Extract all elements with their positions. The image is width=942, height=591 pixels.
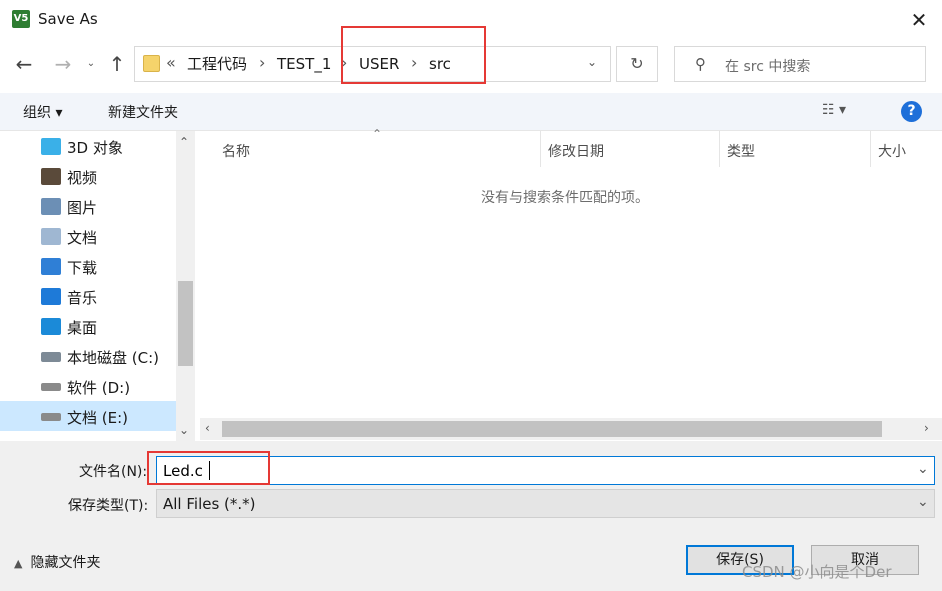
chevron-down-icon[interactable]: ⌄ (917, 461, 929, 477)
view-options-button[interactable]: ☷ ▾ (822, 102, 846, 118)
sidebar-item-label: 图片 (67, 199, 98, 217)
filename-label: 文件名(N): (79, 464, 148, 480)
scroll-left-icon[interactable]: ‹ (205, 421, 210, 435)
watermark: CSDN @小向是个Der (742, 563, 892, 581)
sidebar-item-videos[interactable]: 视频 (0, 161, 176, 191)
horizontal-scrollbar[interactable]: ‹ › (200, 418, 942, 440)
column-header-date-modified[interactable]: 修改日期 (548, 141, 604, 161)
sidebar-scroll-thumb[interactable] (178, 281, 193, 366)
column-divider[interactable] (540, 131, 541, 167)
sidebar-scrollbar[interactable]: ⌃ ⌄ (176, 131, 195, 441)
navigation-pane: 3D 对象 视频 图片 文档 下载 音乐 桌面 本地磁盘 (C:) 软件 (D:… (0, 131, 196, 441)
sidebar-item-drive-c[interactable]: 本地磁盘 (C:) (0, 341, 176, 371)
column-header-type[interactable]: 类型 (727, 141, 755, 161)
sort-ascending-icon: ⌃ (372, 127, 383, 141)
sidebar-item-label: 软件 (D:) (67, 379, 131, 397)
highlight-box (341, 26, 486, 84)
filename-field[interactable]: Led.c ⌄ (156, 456, 935, 485)
sidebar-item-documents[interactable]: 文档 (0, 221, 176, 251)
downloads-icon (41, 258, 61, 275)
desktop-icon (41, 318, 61, 335)
drive-e-icon (41, 413, 61, 421)
search-icon: ⚲ (695, 55, 706, 73)
3d-objects-icon (41, 138, 61, 155)
toolbar: 组织 ▾ 新建文件夹 ☷ ▾ ? (0, 93, 942, 131)
sidebar-item-label: 文档 (67, 229, 98, 247)
hide-folders-label: 隐藏文件夹 (30, 555, 101, 571)
hide-folders-toggle[interactable]: ▲ 隐藏文件夹 (14, 552, 100, 572)
filetype-select[interactable]: All Files (*.*) ⌄ (156, 489, 935, 518)
drive-d-icon (41, 383, 61, 391)
sidebar-item-pictures[interactable]: 图片 (0, 191, 176, 221)
forward-button[interactable]: → (50, 50, 76, 78)
column-divider[interactable] (870, 131, 871, 167)
sidebar-item-label: 下载 (67, 259, 98, 277)
search-placeholder: 在 src 中搜索 (725, 59, 811, 75)
sidebar-item-3d-objects[interactable]: 3D 对象 (0, 131, 176, 161)
pictures-icon (41, 198, 61, 215)
video-icon (41, 168, 61, 185)
filetype-value: All Files (*.*) (163, 495, 256, 513)
sidebar-item-music[interactable]: 音乐 (0, 281, 176, 311)
chevron-up-icon: ▲ (14, 557, 23, 570)
breadcrumb-item[interactable]: TEST_1 (277, 55, 331, 73)
music-icon (41, 288, 61, 305)
sidebar-item-drive-d[interactable]: 软件 (D:) (0, 371, 176, 401)
new-folder-button[interactable]: 新建文件夹 (108, 102, 178, 122)
sidebar-item-desktop[interactable]: 桌面 (0, 311, 176, 341)
sidebar-item-label: 文档 (E:) (67, 409, 129, 427)
file-list: ⌃ 名称 修改日期 类型 大小 没有与搜索条件匹配的项。 ‹ › (200, 127, 942, 441)
up-folder-button[interactable]: ↑ (104, 50, 130, 78)
breadcrumb-separator[interactable]: › (259, 54, 265, 72)
chevron-down-icon[interactable]: ⌄ (587, 55, 597, 69)
sidebar-item-downloads[interactable]: 下载 (0, 251, 176, 281)
scroll-right-icon[interactable]: › (924, 421, 929, 435)
drive-c-icon (41, 352, 61, 362)
horizontal-scroll-thumb[interactable] (222, 421, 882, 437)
folder-icon (143, 55, 160, 72)
sidebar-item-label: 本地磁盘 (C:) (67, 349, 159, 367)
back-button[interactable]: ← (11, 50, 37, 78)
organize-button[interactable]: 组织 ▾ (23, 102, 62, 122)
column-header-size[interactable]: 大小 (878, 141, 906, 161)
sidebar-item-label: 3D 对象 (67, 139, 123, 157)
scroll-up-icon[interactable]: ⌃ (179, 135, 189, 149)
sidebar-item-label: 音乐 (67, 289, 98, 307)
column-divider[interactable] (719, 131, 720, 167)
app-icon: V5 (12, 10, 30, 28)
breadcrumb-overflow[interactable]: « (166, 54, 176, 72)
refresh-button[interactable]: ↻ (616, 46, 658, 82)
sidebar-item-label: 桌面 (67, 319, 98, 337)
help-icon[interactable]: ? (901, 101, 922, 122)
scroll-down-icon[interactable]: ⌄ (179, 423, 189, 437)
empty-message: 没有与搜索条件匹配的项。 (481, 190, 649, 206)
chevron-down-icon[interactable]: ⌄ (917, 494, 929, 510)
sidebar-item-drive-e[interactable]: 文档 (E:) (0, 401, 176, 431)
highlight-box (147, 451, 270, 485)
search-input[interactable]: ⚲ 在 src 中搜索 (674, 46, 926, 82)
recent-locations-dropdown[interactable]: ⌄ (83, 50, 99, 78)
column-header-name[interactable]: 名称 (222, 141, 250, 161)
documents-icon (41, 228, 61, 245)
sidebar-item-label: 视频 (67, 169, 98, 187)
filetype-label: 保存类型(T): (68, 498, 149, 514)
close-button[interactable]: ✕ (896, 0, 942, 40)
window-title: Save As (38, 10, 98, 28)
save-form: 文件名(N): Led.c ⌄ 保存类型(T): All Files (*.*)… (0, 441, 942, 591)
breadcrumb-item[interactable]: 工程代码 (187, 55, 247, 73)
